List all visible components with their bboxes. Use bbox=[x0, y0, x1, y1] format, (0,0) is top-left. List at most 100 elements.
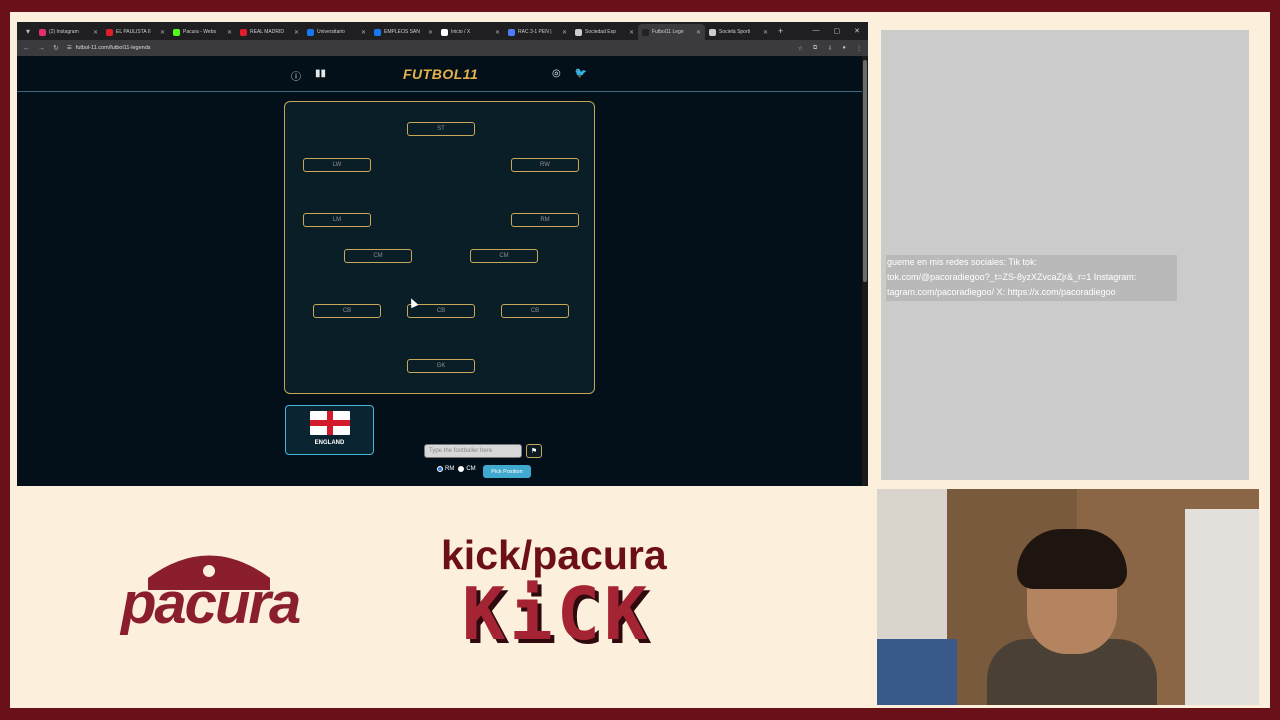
browser-tab[interactable]: EMPLEOS SAN ✕ bbox=[370, 24, 437, 40]
position-slot-lw[interactable]: LW bbox=[303, 158, 371, 172]
tab-label: Sociedad Esp bbox=[585, 29, 616, 35]
flag-icon[interactable]: ⚑ bbox=[526, 444, 542, 458]
pick-position-button[interactable]: Pick Position bbox=[483, 465, 531, 478]
tab-label: REAL MADRID bbox=[250, 29, 284, 35]
browser-tab[interactable]: Società Sporti ✕ bbox=[705, 24, 772, 40]
radio-cm-label: CM bbox=[466, 466, 476, 472]
tab-favicon-icon bbox=[173, 28, 180, 36]
tab-label: Universitario bbox=[317, 29, 345, 35]
tab-close-icon[interactable]: ✕ bbox=[629, 29, 634, 36]
kick-logo-text: KiCK bbox=[462, 572, 652, 656]
tab-close-icon[interactable]: ✕ bbox=[294, 29, 299, 36]
footballer-search-input[interactable]: Type the footballer here bbox=[424, 444, 522, 458]
browser-tab[interactable]: Sociedad Esp ✕ bbox=[571, 24, 638, 40]
browser-tab[interactable]: RAC 3-1 PEN | ✕ bbox=[504, 24, 571, 40]
webcam-feed bbox=[877, 489, 1259, 705]
page-scrollbar[interactable] bbox=[862, 56, 868, 486]
tab-label: EL PAULISTA II bbox=[116, 29, 151, 35]
position-slot-rm[interactable]: RM bbox=[511, 213, 579, 227]
tab-close-icon[interactable]: ✕ bbox=[696, 29, 701, 36]
tab-close-icon[interactable]: ✕ bbox=[562, 29, 567, 36]
tab-favicon-icon bbox=[374, 28, 381, 36]
reload-icon[interactable]: ↻ bbox=[53, 44, 59, 52]
position-slot-cb-mid[interactable]: CB bbox=[407, 304, 475, 318]
tab-search-icon[interactable]: ▾ bbox=[21, 24, 35, 38]
instagram-icon[interactable]: ◎ bbox=[552, 68, 561, 79]
tab-close-icon[interactable]: ✕ bbox=[93, 29, 98, 36]
position-slot-gk[interactable]: GK bbox=[407, 359, 475, 373]
nation-name: ENGLAND bbox=[314, 440, 345, 446]
tab-label: Pacura - Webs bbox=[183, 29, 216, 35]
browser-tab[interactable]: Inicio / X ✕ bbox=[437, 24, 504, 40]
browser-tab[interactable]: Universitario ✕ bbox=[303, 24, 370, 40]
tab-favicon-icon bbox=[240, 28, 247, 36]
radio-rm-label: RM bbox=[445, 466, 455, 472]
twitter-icon[interactable]: 🐦 bbox=[575, 68, 587, 79]
address-bar[interactable]: ☰ futbol-11.com/futbol11-legends bbox=[67, 42, 790, 54]
browser-tab[interactable]: (2) Instagram ✕ bbox=[35, 24, 102, 40]
site-header: ⓘ ▮▮ FUTBOL11 ◎ 🐦 bbox=[17, 56, 862, 92]
formation-pitch: ST LW RW LM RM CM CM CB CB CB GK bbox=[284, 101, 595, 394]
radio-cm[interactable]: CM bbox=[458, 466, 476, 472]
tab-favicon-icon bbox=[709, 28, 716, 36]
header-right-icons: ◎ 🐦 bbox=[552, 68, 587, 79]
browser-tab[interactable]: REAL MADRID ✕ bbox=[236, 24, 303, 40]
tab-label: Inicio / X bbox=[451, 29, 471, 35]
url-text: futbol-11.com/futbol11-legends bbox=[75, 45, 151, 51]
browser-tab[interactable]: Futbol11 Lege ✕ bbox=[638, 24, 705, 40]
browser-window: ▾ (2) Instagram ✕ EL PAULISTA II ✕ Pacura - … bbox=[17, 22, 868, 486]
ticker-line-2: tok.com/@pacoradiegoo?_t=ZS-8yzXZvcaZjr&… bbox=[887, 272, 1137, 282]
browser-tab[interactable]: Pacura - Webs ✕ bbox=[169, 24, 236, 40]
extensions-icon[interactable]: ⧉ bbox=[813, 45, 817, 52]
radio-rm-indicator[interactable] bbox=[437, 466, 443, 472]
profile-icon[interactable]: ● bbox=[842, 45, 846, 52]
radio-cm-indicator[interactable] bbox=[458, 466, 465, 472]
info-icon[interactable]: ⓘ bbox=[291, 68, 301, 83]
ticker-line-1: gueme en mis redes sociales: Tik tok: bbox=[887, 257, 1038, 267]
browser-menu-icon[interactable]: ⋮ bbox=[856, 45, 862, 52]
header-left-icons: ⓘ ▮▮ bbox=[291, 68, 326, 83]
social-ticker: gueme en mis redes sociales: Tik tok: to… bbox=[886, 255, 1177, 301]
window-controls: — ▢ ✕ bbox=[813, 27, 869, 35]
position-slot-cb-left[interactable]: CB bbox=[313, 304, 381, 318]
new-tab-icon[interactable]: + bbox=[778, 26, 783, 36]
brand-wordmark: pacura bbox=[121, 571, 301, 636]
radio-rm[interactable]: RM bbox=[437, 466, 454, 472]
position-slot-cm-right[interactable]: CM bbox=[470, 249, 538, 263]
toolbar-icons: ☆ ⧉ ⇩ ● ⋮ bbox=[798, 45, 862, 52]
tab-list: (2) Instagram ✕ EL PAULISTA II ✕ Pacura - We… bbox=[35, 22, 772, 40]
downloads-icon[interactable]: ⇩ bbox=[827, 45, 832, 52]
browser-tab[interactable]: EL PAULISTA II ✕ bbox=[102, 24, 169, 40]
position-radio-group: RM CM bbox=[437, 466, 476, 472]
position-slot-rw[interactable]: RW bbox=[511, 158, 579, 172]
maximize-icon[interactable]: ▢ bbox=[834, 27, 841, 35]
tab-label: Società Sporti bbox=[719, 29, 751, 35]
tab-close-icon[interactable]: ✕ bbox=[361, 29, 366, 36]
tab-close-icon[interactable]: ✕ bbox=[227, 29, 232, 36]
position-slot-cm-left[interactable]: CM bbox=[344, 249, 412, 263]
tab-favicon-icon bbox=[39, 28, 46, 36]
tab-close-icon[interactable]: ✕ bbox=[495, 29, 500, 36]
tab-close-icon[interactable]: ✕ bbox=[428, 29, 433, 36]
tab-favicon-icon bbox=[307, 28, 314, 36]
site-info-icon[interactable]: ☰ bbox=[67, 45, 72, 51]
forward-icon[interactable]: → bbox=[38, 45, 45, 52]
tab-label: EMPLEOS SAN bbox=[384, 29, 420, 35]
close-window-icon[interactable]: ✕ bbox=[854, 27, 860, 35]
position-slot-cb-right[interactable]: CB bbox=[501, 304, 569, 318]
address-toolbar: ← → ↻ ☰ futbol-11.com/futbol11-legends ☆… bbox=[17, 40, 868, 56]
tab-close-icon[interactable]: ✕ bbox=[160, 29, 165, 36]
stats-icon[interactable]: ▮▮ bbox=[315, 68, 326, 83]
minimize-icon[interactable]: — bbox=[813, 27, 820, 35]
tab-close-icon[interactable]: ✕ bbox=[763, 29, 768, 36]
bookmark-star-icon[interactable]: ☆ bbox=[798, 45, 803, 52]
position-slot-lm[interactable]: LM bbox=[303, 213, 371, 227]
site-logo[interactable]: FUTBOL11 bbox=[403, 66, 478, 82]
tab-favicon-icon bbox=[642, 28, 649, 36]
tab-favicon-icon bbox=[441, 28, 448, 36]
scrollbar-thumb[interactable] bbox=[863, 60, 867, 282]
position-slot-st[interactable]: ST bbox=[407, 122, 475, 136]
back-icon[interactable]: ← bbox=[23, 45, 30, 52]
tab-bar: ▾ (2) Instagram ✕ EL PAULISTA II ✕ Pacura - … bbox=[17, 22, 868, 40]
ticker-line-3: tagram.com/pacoradiegoo/ X: https://x.co… bbox=[887, 287, 1116, 297]
